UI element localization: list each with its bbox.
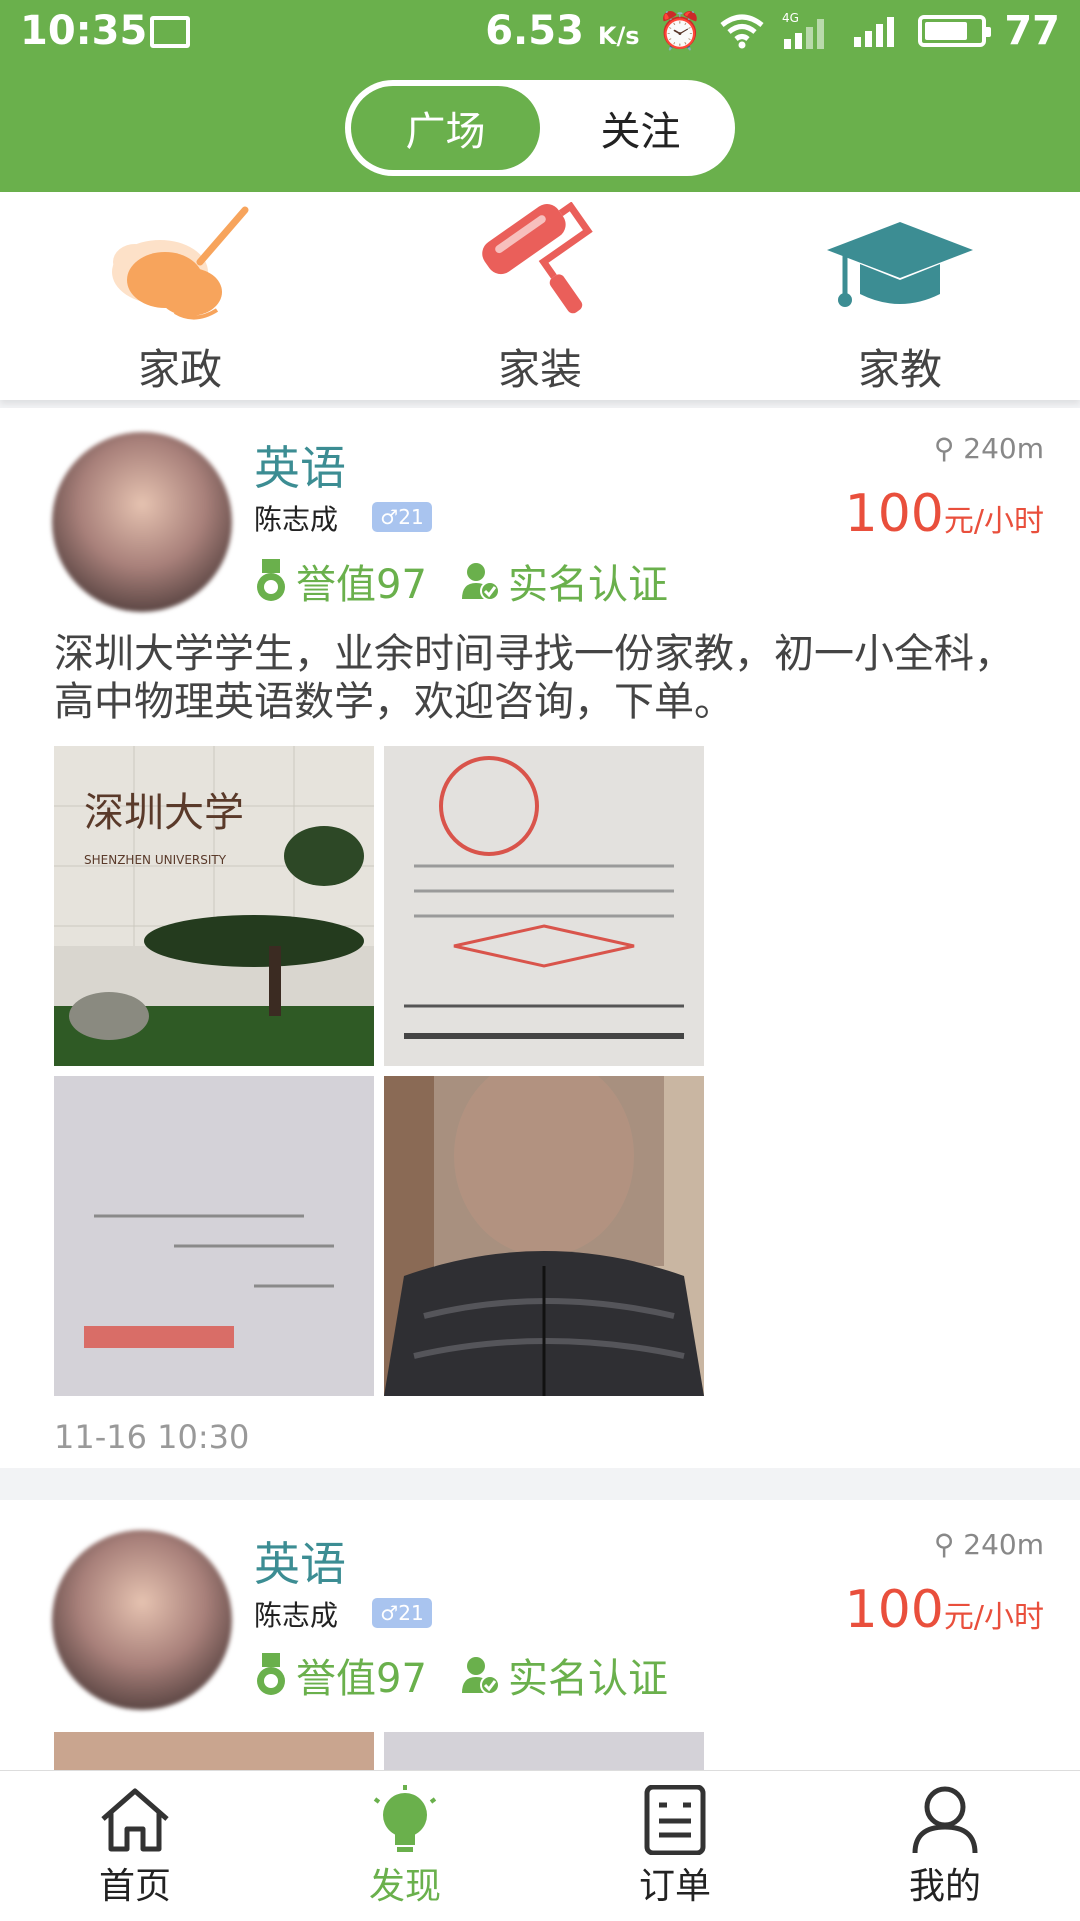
gender-age-badge: ♂21 (372, 1598, 432, 1628)
lightbulb-icon (373, 1785, 437, 1852)
photo-campus[interactable]: 深圳大学 SHENZHEN UNIVERSITY (54, 746, 374, 1066)
status-right-group: 6.53 K/s ⏰ 4G 77 (485, 8, 1060, 54)
svg-text:深圳大学: 深圳大学 (84, 790, 244, 836)
tab-discover[interactable]: 发现 (270, 1771, 540, 1921)
person-icon (912, 1786, 978, 1854)
paint-roller-icon (482, 202, 593, 314)
category-housekeeping[interactable]: 家政 (80, 202, 280, 397)
teacher-name: 陈志成 (254, 1599, 339, 1632)
svg-text:4G: 4G (782, 11, 799, 25)
tab-orders[interactable]: 订单 (540, 1771, 810, 1921)
photo-thumbnail[interactable] (54, 1732, 374, 1770)
alarm-icon: ⏰ (657, 11, 703, 52)
location-pin-icon: ⚲ (933, 432, 955, 465)
price: 100元/小时 (844, 484, 1044, 544)
reputation-badge: 誉值97 (254, 1646, 427, 1704)
signal-4g-icon: 4G (782, 11, 825, 49)
photo-thumbnail[interactable] (384, 1732, 704, 1770)
post-subject: 英语 (254, 441, 346, 495)
post-description: 深圳大学学生，业余时间寻找一份家教，初一小全科，高中物理英语数学，欢迎咨询，下单… (54, 631, 1014, 725)
gallery-notification-icon (150, 16, 190, 48)
verified-user-icon (462, 1657, 500, 1695)
category-label: 家政 (137, 345, 222, 394)
tab-square[interactable]: 广场 (351, 86, 540, 170)
distance: ⚲ 240m (933, 432, 1044, 465)
graduation-cap-icon (827, 222, 973, 307)
category-row: 家政 家装 家教 (0, 192, 1080, 400)
tab-label: 发现 (368, 1866, 441, 1907)
avatar[interactable] (52, 432, 232, 612)
medal-icon (257, 1653, 285, 1695)
category-label: 家装 (497, 345, 582, 394)
status-bar: 10:35 6.53 K/s ⏰ 4G 77 (0, 0, 1080, 66)
verified-badge: 实名认证 (460, 1646, 668, 1704)
gender-age-badge: ♂21 (372, 502, 432, 532)
category-label: 家教 (857, 345, 942, 394)
location-pin-icon: ⚲ (933, 1528, 955, 1561)
battery-level: 77 (1004, 8, 1060, 54)
category-decoration[interactable]: 家装 (440, 202, 640, 397)
tab-label: 首页 (98, 1866, 171, 1907)
teacher-name: 陈志成 (254, 503, 339, 536)
tab-home[interactable]: 首页 (0, 1771, 270, 1921)
medal-icon (257, 559, 285, 601)
tab-label: 我的 (908, 1866, 981, 1907)
post-subject: 英语 (254, 1537, 346, 1591)
signal-icon (854, 17, 895, 47)
battery-icon (918, 15, 992, 47)
tab-me[interactable]: 我的 (810, 1771, 1080, 1921)
wifi-icon (720, 14, 764, 49)
net-speed: 6.53 K/s (485, 8, 640, 54)
home-icon (101, 1788, 169, 1852)
post-card[interactable]: 英语 陈志成 ♂21 誉值97 实名认证 ⚲ 240m 100元/小时 (0, 1500, 1080, 1770)
svg-text:SHENZHEN UNIVERSITY: SHENZHEN UNIVERSITY (84, 853, 227, 867)
feed-segment-control: 广场 关注 (345, 80, 735, 176)
post-card[interactable]: 英语 陈志成 ♂21 誉值97 实名认证 ⚲ 240m 100元/小时 深圳大学… (0, 408, 1080, 1468)
price: 100元/小时 (844, 1580, 1044, 1640)
post-timestamp: 11-16 10:30 (54, 1418, 250, 1456)
order-icon (644, 1785, 706, 1855)
photo-portrait[interactable] (384, 1056, 704, 1396)
reputation-badge: 誉值97 (254, 552, 427, 610)
tab-following[interactable]: 关注 (546, 80, 735, 176)
bottom-tab-bar: 首页 发现 订单 我的 (0, 1770, 1080, 1921)
broom-icon (112, 206, 249, 320)
photo-award[interactable] (54, 1076, 374, 1396)
photo-certificate[interactable] (384, 746, 704, 1066)
category-tutoring[interactable]: 家教 (800, 202, 1000, 397)
status-time: 10:35 (20, 8, 148, 54)
top-bar: 广场 关注 (0, 66, 1080, 192)
distance: ⚲ 240m (933, 1528, 1044, 1561)
avatar[interactable] (52, 1530, 232, 1710)
tab-label: 订单 (638, 1866, 711, 1907)
verified-badge: 实名认证 (460, 552, 668, 610)
verified-user-icon (462, 563, 500, 601)
